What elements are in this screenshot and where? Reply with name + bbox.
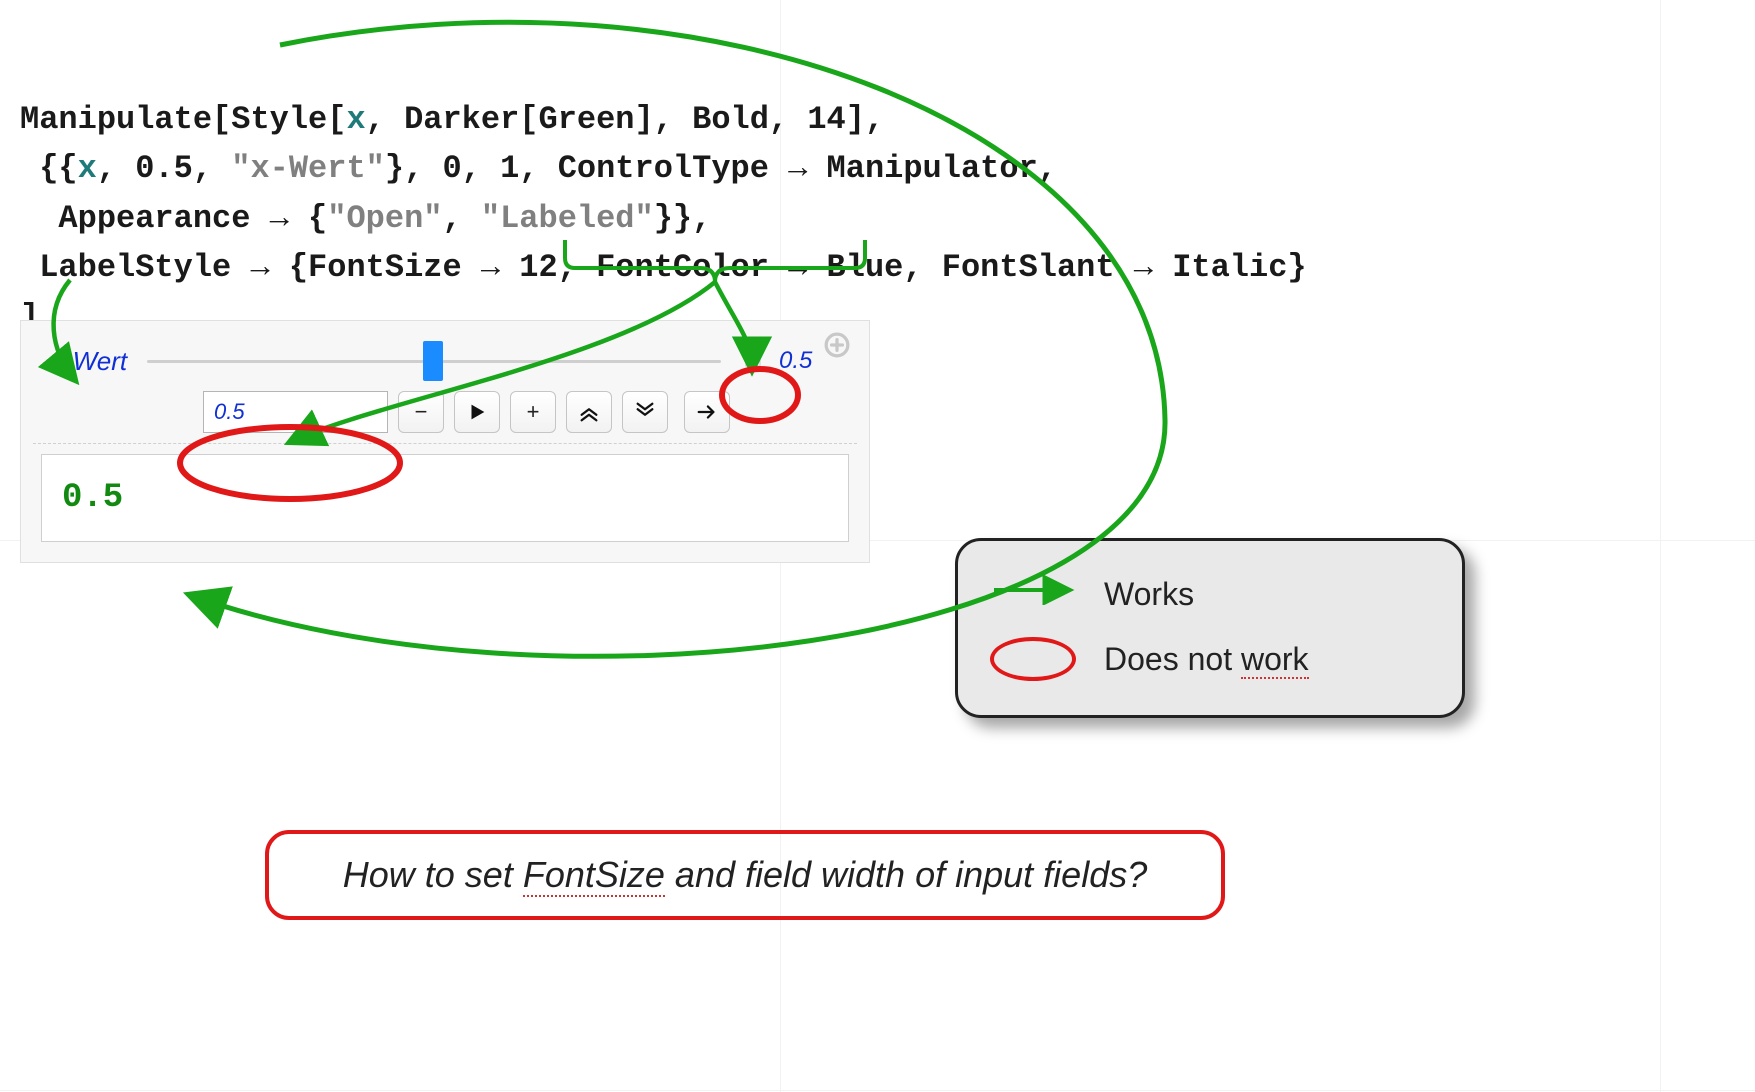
slider-thumb[interactable] [423, 341, 443, 381]
output-cell: 0.5 [41, 454, 849, 542]
panel-options-button[interactable] [823, 331, 851, 359]
code-block: Manipulate[Style[x, Darker[Green], Bold,… [20, 45, 1307, 343]
slider-collapse-icon[interactable]: ▭ [741, 356, 765, 366]
step-back-button[interactable]: − [398, 391, 444, 433]
legend-box: Works Does not work [955, 538, 1465, 718]
faster-button[interactable] [566, 391, 612, 433]
code-line-2: {{x, 0.5, "x-Wert"}, 0, 1, ControlType →… [20, 150, 1057, 187]
legend-works-label: Works [1104, 576, 1194, 613]
manipulate-panel: x-Wert ▭ 0.5 − + 0.5 [20, 320, 870, 563]
code-line-4: LabelStyle → {FontSize → 12, FontColor →… [20, 249, 1307, 286]
value-input[interactable] [203, 391, 388, 433]
slider[interactable] [147, 347, 721, 375]
slider-label: x-Wert [51, 346, 127, 377]
direction-button[interactable] [684, 391, 730, 433]
play-button[interactable] [454, 391, 500, 433]
code-line-1: Manipulate[Style[x, Darker[Green], Bold,… [20, 101, 884, 138]
legend-ellipse-icon [990, 637, 1076, 681]
legend-not-works-label: Does not work [1104, 641, 1309, 678]
step-forward-button[interactable]: + [510, 391, 556, 433]
output-value: 0.5 [62, 479, 123, 517]
code-line-3: Appearance → {"Open", "Labeled"}}, [20, 200, 711, 237]
slower-button[interactable] [622, 391, 668, 433]
question-callout: How to set FontSize and field width of i… [265, 830, 1225, 920]
legend-arrow-icon [990, 575, 1076, 613]
